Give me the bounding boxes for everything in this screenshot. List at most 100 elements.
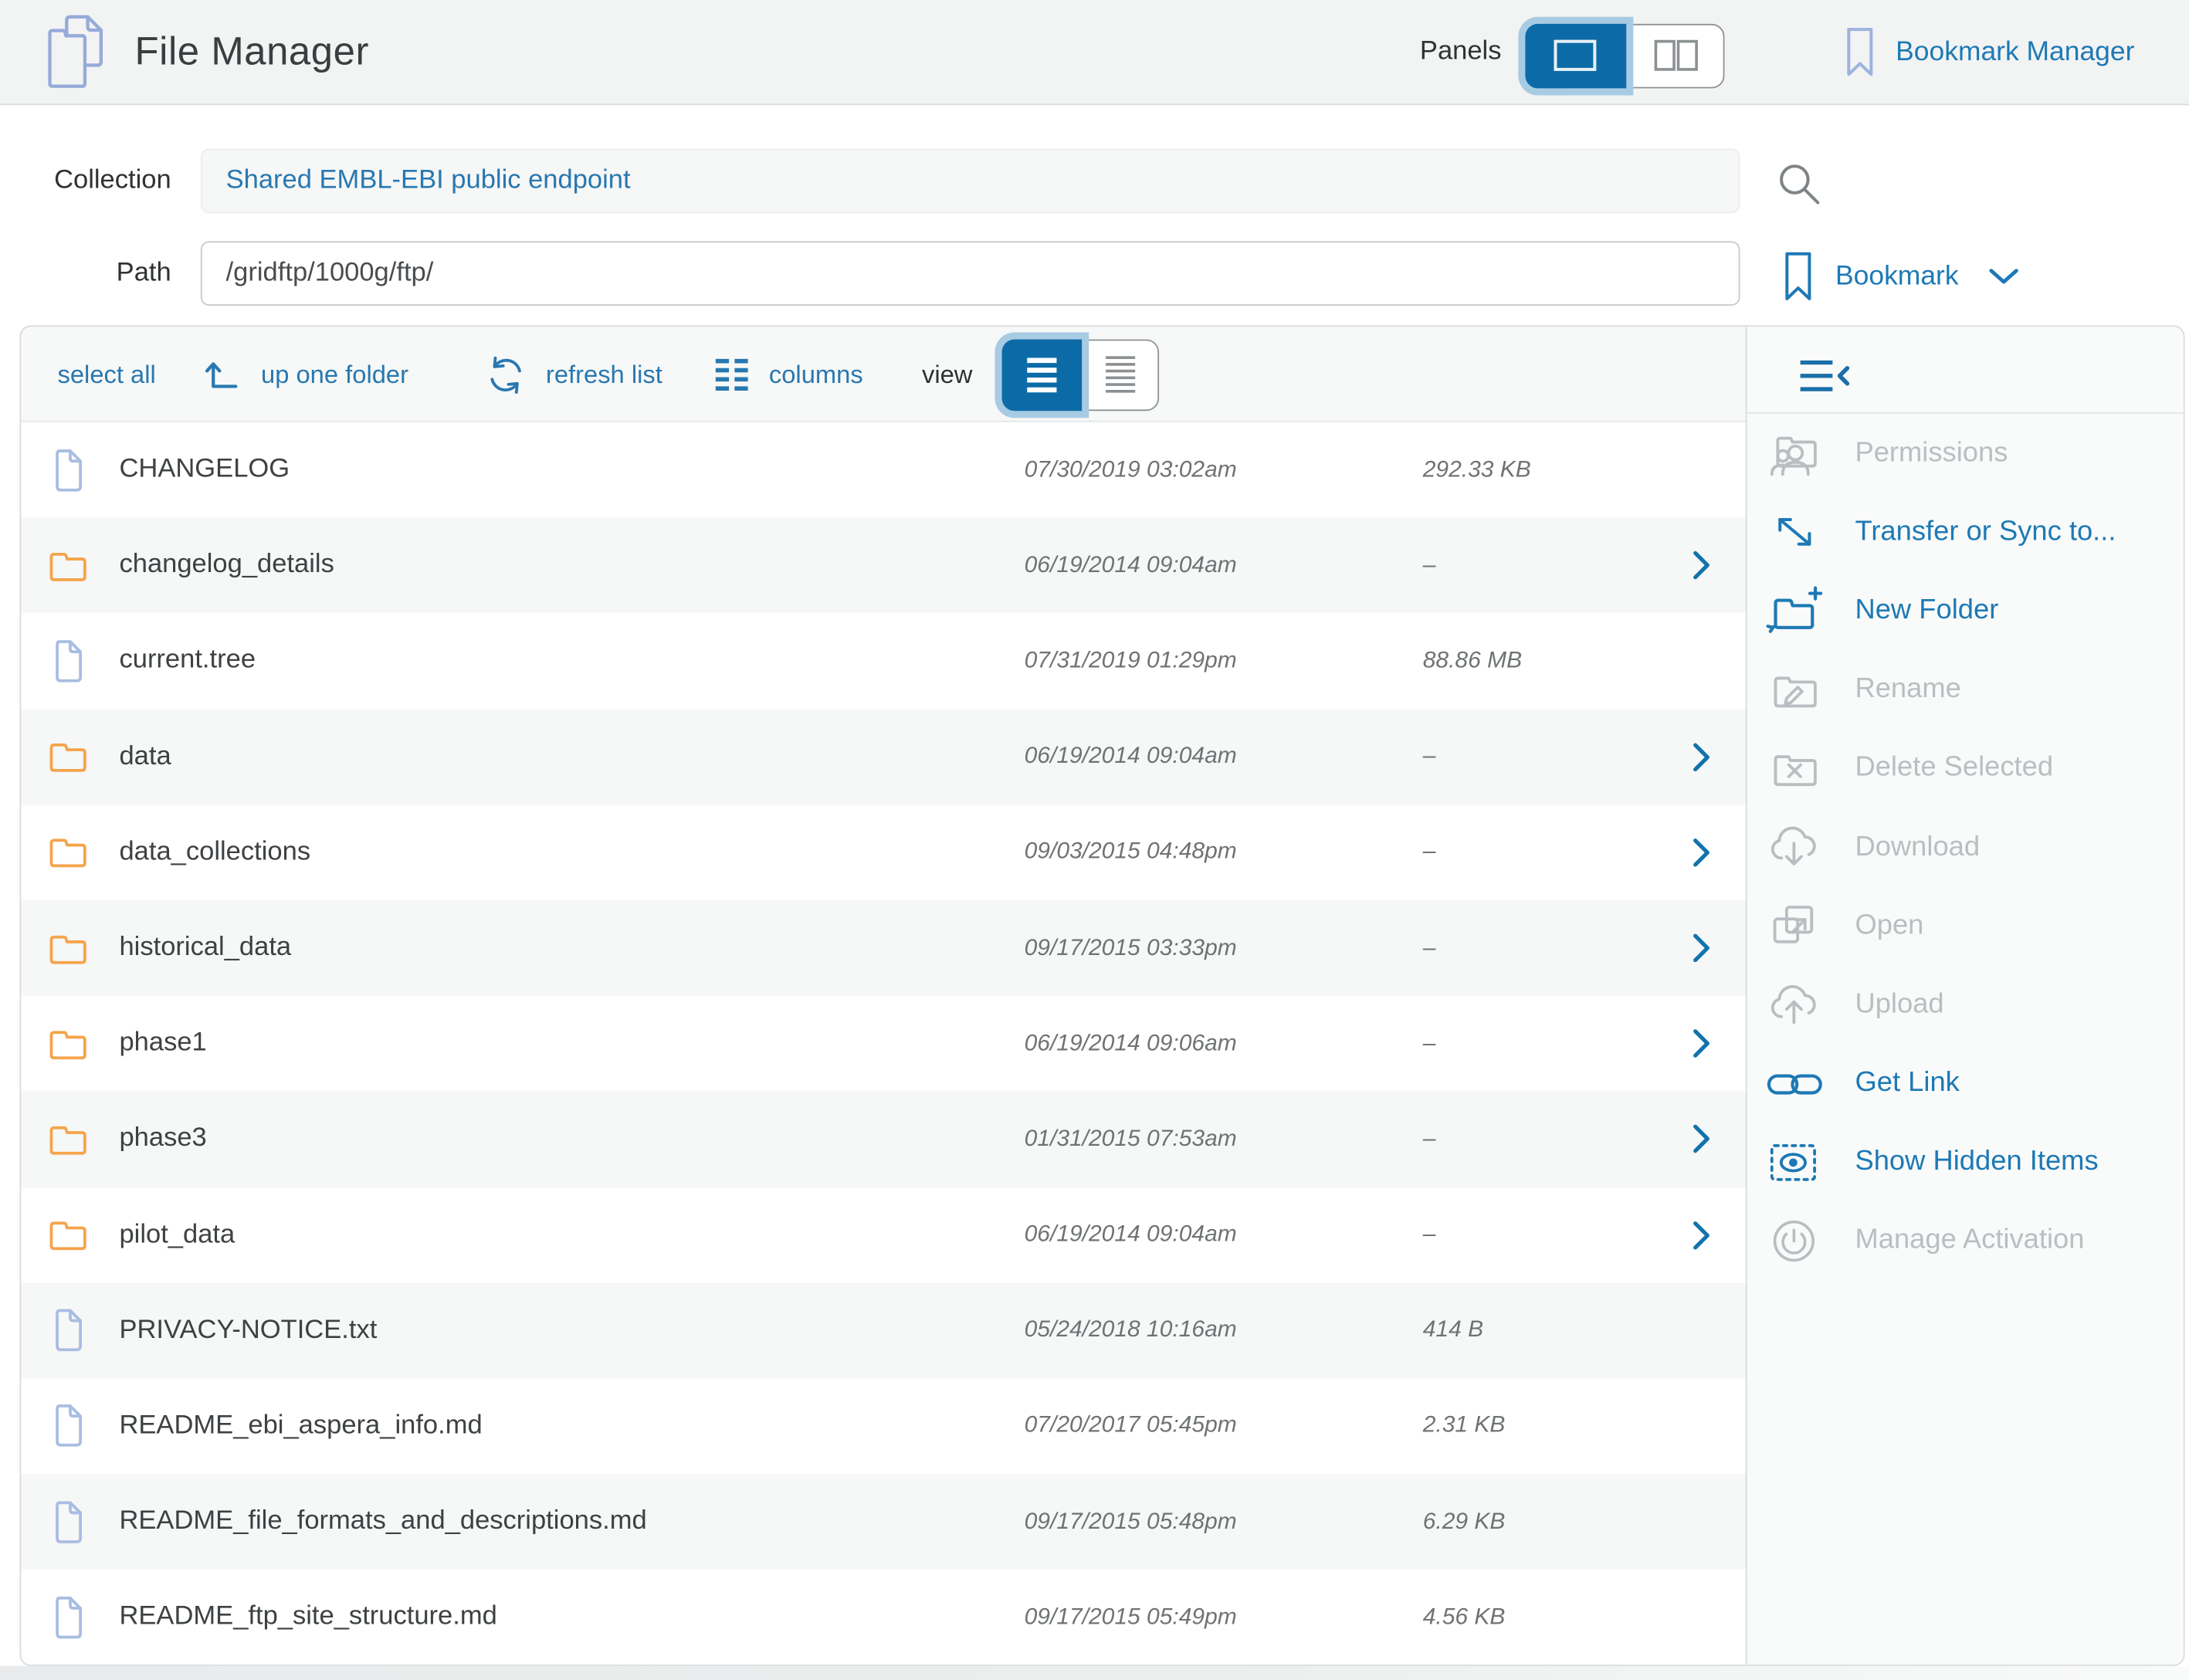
bookmark-dropdown[interactable]: Bookmark [1784, 247, 2019, 306]
file-row[interactable]: current.tree07/31/2019 01:29pm88.86 MB [21, 613, 1745, 709]
sidebar-actions: Permissions Transfer or Sync to... New Fol… [1747, 414, 2185, 1281]
refresh-icon [484, 355, 527, 393]
file-date: 09/03/2015 04:48pm [1025, 804, 1237, 900]
up-one-folder-button[interactable]: up one folder [204, 327, 408, 422]
refresh-list-label: refresh list [546, 360, 662, 389]
file-row[interactable]: data06/19/2014 09:04am– [21, 709, 1745, 804]
link-icon [1764, 1057, 1825, 1110]
panels-label: Panels [1319, 0, 1501, 103]
dual-panel-button[interactable] [1628, 25, 1723, 86]
refresh-list-button[interactable]: refresh list [484, 327, 662, 422]
columns-button[interactable]: columns [713, 327, 863, 422]
sidebar-item-get-link[interactable]: Get Link [1747, 1044, 2185, 1123]
file-name[interactable]: data_collections [119, 804, 310, 900]
file-icon [48, 1474, 87, 1570]
open-folder-chevron-icon[interactable] [1693, 1092, 1720, 1187]
file-list: CHANGELOG07/30/2019 03:02am292.33 KBchan… [21, 422, 1745, 1665]
path-label: Path [0, 258, 171, 289]
file-name[interactable]: historical_data [119, 900, 291, 996]
file-name[interactable]: CHANGELOG [119, 422, 290, 518]
file-name[interactable]: PRIVACY-NOTICE.txt [119, 1282, 377, 1378]
path-input[interactable] [201, 241, 1740, 306]
single-panel-button[interactable] [1524, 23, 1625, 88]
file-row[interactable]: historical_data 09/17/2015 03:33pm – [21, 900, 1745, 996]
sidebar-item-label: New Folder [1855, 594, 1998, 627]
permissions-icon [1764, 426, 1825, 479]
open-folder-chevron-icon[interactable] [1693, 1187, 1720, 1283]
file-name[interactable]: README_file_formats_and_descriptions.md [119, 1474, 646, 1570]
sidebar-item-label: Transfer or Sync to... [1855, 516, 2116, 548]
delete-icon [1764, 742, 1825, 795]
panels-toggle [1525, 24, 1724, 89]
file-name[interactable]: pilot_data [119, 1187, 235, 1283]
file-icon [48, 1282, 87, 1378]
sidebar-item-manage-activation: Manage Activation [1747, 1201, 2185, 1280]
page-bottom-strip [0, 1666, 2189, 1680]
file-row[interactable]: changelog_details06/19/2014 09:04am– [21, 518, 1745, 614]
select-all-button[interactable]: select all [58, 327, 156, 422]
file-date: 06/19/2014 09:04am [1025, 1187, 1237, 1283]
open-folder-chevron-icon[interactable] [1693, 996, 1720, 1092]
file-size: – [1423, 996, 1436, 1092]
file-date: 09/17/2015 03:33pm [1025, 900, 1237, 996]
view-toggle [1002, 340, 1160, 412]
file-size: 292.33 KB [1423, 422, 1531, 518]
file-date: 06/19/2014 09:06am [1025, 996, 1237, 1092]
sidebar-item-new-folder[interactable]: New Folder [1747, 571, 2185, 650]
file-name[interactable]: current.tree [119, 613, 256, 709]
file-size: – [1423, 804, 1436, 900]
file-date: 07/30/2019 03:02am [1025, 422, 1237, 518]
compact-view-button[interactable] [1083, 340, 1157, 408]
file-manager-logo-icon [46, 14, 114, 90]
file-row[interactable]: data_collections 09/03/2015 04:48pm – [21, 804, 1745, 900]
file-row[interactable]: pilot_data06/19/2014 09:04am– [21, 1187, 1745, 1283]
search-icon[interactable] [1777, 161, 1821, 206]
upload-icon [1764, 978, 1825, 1031]
file-date: 07/20/2017 05:45pm [1025, 1378, 1237, 1474]
list-view-button[interactable] [1001, 339, 1082, 411]
folder-icon [48, 518, 87, 614]
file-row[interactable]: phase1 06/19/2014 09:06am – [21, 996, 1745, 1092]
file-name[interactable]: phase3 [119, 1092, 206, 1187]
download-icon [1764, 821, 1825, 874]
file-row[interactable]: CHANGELOG 07/30/2019 03:02am 292.33 KB [21, 422, 1745, 518]
file-name[interactable]: changelog_details [119, 518, 334, 614]
file-date: 01/31/2015 07:53am [1025, 1092, 1237, 1187]
app-header: File Manager Panels Bookmark Manager [0, 0, 2189, 105]
collection-input[interactable] [201, 149, 1740, 214]
bookmark-manager-link[interactable]: Bookmark Manager [1845, 0, 2135, 103]
file-row[interactable]: PRIVACY-NOTICE.txt05/24/2018 10:16am414 … [21, 1282, 1745, 1378]
open-folder-chevron-icon[interactable] [1693, 518, 1720, 614]
file-icon [48, 1570, 87, 1665]
dual-panel-icon [1628, 25, 1723, 86]
open-folder-chevron-icon[interactable] [1693, 804, 1720, 900]
sidebar-item-label: Upload [1855, 988, 1943, 1021]
sidebar-item-label: Delete Selected [1855, 752, 2053, 784]
folder-icon [48, 709, 87, 804]
folder-icon [48, 900, 87, 996]
main-panel: select all up one folder refresh list co… [19, 325, 2184, 1665]
collapse-sidebar-icon[interactable] [1798, 357, 1851, 394]
file-row[interactable]: README_ebi_aspera_info.md 07/20/2017 05:4… [21, 1378, 1745, 1474]
file-row[interactable]: README_file_formats_and_descriptions.md0… [21, 1474, 1745, 1570]
file-icon [48, 422, 87, 518]
file-row[interactable]: phase3 01/31/2015 07:53am – [21, 1092, 1745, 1187]
sidebar-item-transfer-or-sync-to[interactable]: Transfer or Sync to... [1747, 493, 2185, 571]
chevron-down-icon [1988, 267, 2019, 286]
columns-label: columns [769, 360, 863, 389]
file-name[interactable]: README_ftp_site_structure.md [119, 1570, 496, 1665]
file-name[interactable]: README_ebi_aspera_info.md [119, 1378, 482, 1474]
sidebar-item-permissions: Permissions [1747, 414, 2185, 493]
open-folder-chevron-icon[interactable] [1693, 900, 1720, 996]
new-folder-icon [1764, 584, 1825, 637]
sidebar-item-label: Download [1855, 831, 1980, 863]
file-row[interactable]: README_ftp_site_structure.md09/17/2015 0… [21, 1570, 1745, 1665]
open-folder-chevron-icon[interactable] [1693, 709, 1720, 804]
compact-view-icon [1083, 340, 1157, 408]
sidebar-item-show-hidden-items[interactable]: Show Hidden Items [1747, 1123, 2185, 1201]
file-name[interactable]: phase1 [119, 996, 206, 1092]
folder-icon [48, 1092, 87, 1187]
file-name[interactable]: data [119, 709, 171, 804]
file-size: – [1423, 900, 1436, 996]
file-size: – [1423, 1092, 1436, 1187]
